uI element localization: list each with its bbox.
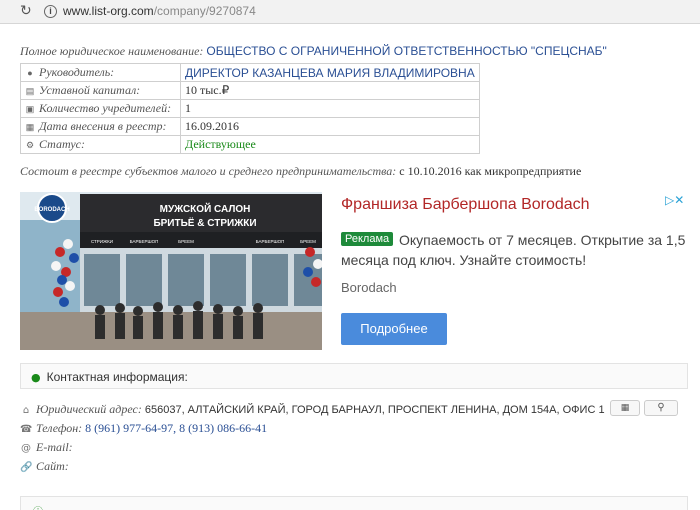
url-path: /company/9270874 bbox=[153, 4, 256, 18]
founders-icon: ▣ bbox=[25, 104, 35, 114]
capital-value: 10 тыс.₽ bbox=[180, 81, 480, 100]
contacts-header-label: Контактная информация: bbox=[46, 370, 188, 384]
address-label: Юридический адрес: bbox=[36, 402, 142, 416]
phone-icon: ☎ bbox=[20, 424, 33, 435]
home-icon: ⌂ bbox=[22, 405, 30, 416]
contacts-section-header[interactable]: ● Контактная информация: bbox=[20, 363, 688, 389]
ad-image-brand: BORODACH bbox=[34, 207, 69, 213]
gear-icon: ⚙ bbox=[25, 140, 35, 150]
table-row: ● Руководитель: ДИРЕКТОР КАЗАНЦЕВА МАРИЯ … bbox=[20, 63, 480, 82]
status-value: Действующее bbox=[180, 135, 480, 154]
fullname-value: ОБЩЕСТВО С ОГРАНИЧЕННОЙ ОТВЕТСТВЕННОСТЬЮ… bbox=[206, 44, 607, 58]
row-label: Уставной капитал: bbox=[39, 83, 141, 97]
ad-image-window-label: СТРИЖКИ bbox=[91, 239, 113, 244]
row-label: Руководитель: bbox=[39, 65, 115, 79]
table-row: ▦ Дата внесения в реестр: 16.09.2016 bbox=[20, 117, 480, 136]
email-row: @ E-mail: bbox=[20, 440, 73, 455]
link-icon: 🔗 bbox=[20, 462, 33, 473]
map-pin-icon: ● bbox=[31, 371, 41, 384]
ad-title[interactable]: Франшиза Барбершопа Borodach bbox=[341, 196, 590, 214]
phone-label: Телефон: bbox=[36, 421, 83, 435]
ad-image-window-label: БАРБЕРШОП bbox=[130, 239, 159, 244]
table-row: ⚙ Статус: Действующее bbox=[20, 135, 480, 154]
sme-registry: Состоит в реестре субъектов малого и сре… bbox=[20, 164, 581, 179]
site-info-icon[interactable]: i bbox=[44, 5, 57, 18]
next-section-header[interactable]: ⓘ bbox=[20, 496, 688, 510]
row-label: Дата внесения в реестр: bbox=[39, 119, 167, 133]
info-icon: ⓘ bbox=[33, 503, 43, 510]
founders-count-value: 1 bbox=[180, 99, 480, 118]
company-info-table: ● Руководитель: ДИРЕКТОР КАЗАНЦЕВА МАРИЯ … bbox=[20, 63, 480, 154]
ad-image-sign-subtitle: БРИТЬЁ & СТРИЖКИ bbox=[153, 216, 256, 229]
phone-value[interactable]: 8 (961) 977-64-97, 8 (913) 086-66-41 bbox=[85, 421, 267, 435]
person-icon: ● bbox=[27, 68, 33, 78]
browser-address-bar[interactable]: ↻ i www.list-org.com/company/9270874 bbox=[0, 0, 700, 24]
search-icon: ⚲ bbox=[657, 402, 665, 413]
ad-image-window-label: БРЕЕМ bbox=[178, 239, 194, 244]
fullname-label: Полное юридическое наименование: bbox=[20, 44, 204, 58]
url-domain: www.list-org.com bbox=[63, 4, 154, 18]
registry-date-value: 16.09.2016 bbox=[180, 117, 480, 136]
address-row: ⌂ Юридический адрес: 656037, АЛТАЙСКИЙ КР… bbox=[20, 402, 605, 417]
ad-advertiser[interactable]: Borodach bbox=[341, 280, 397, 295]
email-label: E-mail: bbox=[36, 440, 73, 454]
search-button[interactable]: ⚲ bbox=[644, 400, 678, 416]
ad-image[interactable]: BORODACH МУЖСКОЙ САЛОН БРИТЬЁ & СТРИЖКИ … bbox=[20, 192, 322, 350]
ad-badge: Реклама bbox=[341, 232, 394, 246]
barbershop-photo: BORODACH МУЖСКОЙ САЛОН БРИТЬЁ & СТРИЖКИ … bbox=[20, 192, 322, 350]
money-icon: ▤ bbox=[25, 86, 35, 96]
table-row: ▣ Количество учредителей: 1 bbox=[20, 99, 480, 118]
at-icon: @ bbox=[21, 443, 31, 454]
sme-value: с 10.10.2016 как микропредприятие bbox=[399, 164, 582, 178]
site-label: Сайт: bbox=[36, 459, 69, 473]
table-row: ▤ Уставной капитал: 10 тыс.₽ bbox=[20, 81, 480, 100]
url-text[interactable]: www.list-org.com/company/9270874 bbox=[63, 4, 256, 18]
row-label: Количество учредителей: bbox=[39, 101, 172, 115]
ad-choices-close-icon[interactable]: ▷✕ bbox=[665, 193, 684, 207]
row-label: Статус: bbox=[39, 137, 86, 151]
address-value: 656037, АЛТАЙСКИЙ КРАЙ, ГОРОД БАРНАУЛ, П… bbox=[144, 404, 605, 416]
ad-image-sign-title: МУЖСКОЙ САЛОН bbox=[160, 202, 251, 215]
ad-more-button[interactable]: Подробнее bbox=[341, 313, 447, 345]
company-fullname: Полное юридическое наименование: ОБЩЕСТВ… bbox=[20, 44, 607, 59]
site-row: 🔗 Сайт: bbox=[20, 459, 69, 474]
calendar-icon: ▦ bbox=[25, 122, 35, 132]
map-icon: ▦ bbox=[620, 403, 630, 413]
ad-image-window-label: БАРБЕРШОП bbox=[256, 239, 285, 244]
reload-icon[interactable]: ↻ bbox=[20, 3, 32, 19]
sme-label: Состоит в реестре субъектов малого и сре… bbox=[20, 164, 397, 178]
phone-row: ☎ Телефон: 8 (961) 977-64-97, 8 (913) 086… bbox=[20, 421, 267, 436]
ad-image-window-label: БРЕЕМ bbox=[300, 239, 316, 244]
director-value[interactable]: ДИРЕКТОР КАЗАНЦЕВА МАРИЯ ВЛАДИМИРОВНА bbox=[180, 63, 480, 82]
map-button[interactable]: ▦ bbox=[610, 400, 640, 416]
